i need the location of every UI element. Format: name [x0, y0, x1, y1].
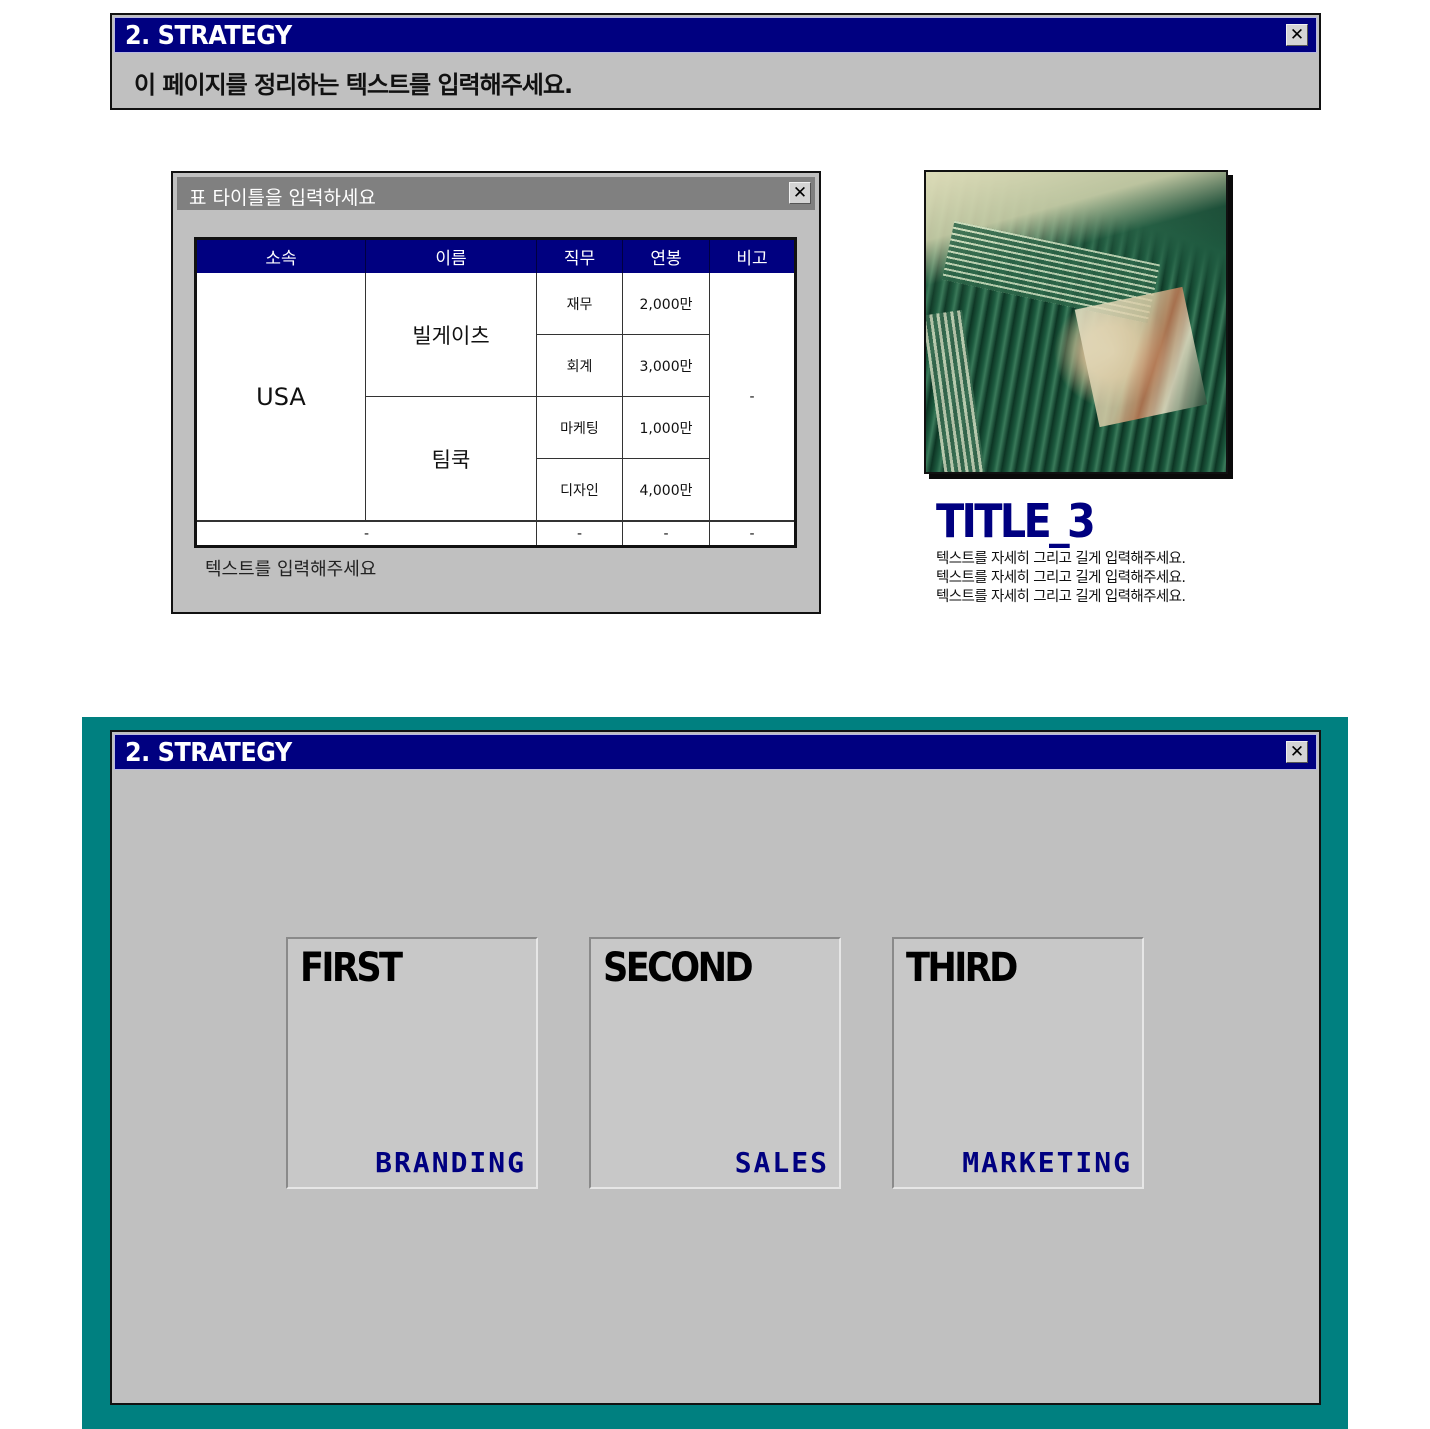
card-heading: SECOND — [603, 945, 754, 991]
table-close-button[interactable]: ✕ — [789, 182, 811, 204]
close-button[interactable]: ✕ — [1286, 741, 1308, 763]
feature-description: 텍스트를 자세히 그리고 길게 입력해주세요. 텍스트를 자세히 그리고 길게 … — [936, 550, 1186, 607]
footer-cell: - — [197, 521, 537, 545]
card-heading: THIRD — [906, 945, 1018, 991]
window-title: 2. STRATEGY — [125, 738, 292, 768]
close-icon: ✕ — [1289, 741, 1305, 762]
cell-role: 마케팅 — [537, 397, 623, 459]
card-label: SALES — [734, 1146, 829, 1179]
photo-record-sleeve — [1074, 286, 1208, 428]
header-remark: 비고 — [710, 240, 794, 273]
cell-remark: - — [710, 273, 794, 521]
header-affiliation: 소속 — [197, 240, 366, 273]
close-icon: ✕ — [792, 182, 808, 203]
strategy-card-first[interactable]: FIRST BRANDING — [286, 937, 538, 1189]
window-title: 2. STRATEGY — [125, 21, 292, 51]
cell-name: 팀쿡 — [366, 397, 537, 521]
card-heading: FIRST — [300, 945, 403, 991]
record-photo — [924, 170, 1228, 474]
cell-affiliation: USA — [197, 273, 366, 521]
cell-salary: 3,000만 — [623, 335, 710, 397]
cell-role: 디자인 — [537, 459, 623, 521]
close-button[interactable]: ✕ — [1286, 24, 1308, 46]
footer-cell: - — [623, 521, 710, 545]
table-title: 표 타이틀을 입력하세요 — [189, 187, 376, 209]
description-line: 텍스트를 자세히 그리고 길게 입력해주세요. — [936, 551, 1186, 567]
table-note: 텍스트를 입력해주세요 — [205, 559, 377, 580]
footer-cell: - — [710, 521, 794, 545]
close-icon: ✕ — [1289, 24, 1305, 45]
description-line: 텍스트를 자세히 그리고 길게 입력해주세요. — [936, 570, 1186, 586]
title-bar[interactable]: 2. STRATEGY ✕ — [114, 734, 1317, 770]
card-label: MARKETING — [962, 1146, 1132, 1179]
strategy-card-third[interactable]: THIRD MARKETING — [892, 937, 1144, 1189]
description-line: 텍스트를 자세히 그리고 길게 입력해주세요. — [936, 589, 1186, 605]
table-title-bar[interactable]: 표 타이틀을 입력하세요 ✕ — [177, 177, 815, 210]
footer-cell: - — [537, 521, 623, 545]
feature-title: TITLE_3 — [936, 494, 1096, 548]
title-bar[interactable]: 2. STRATEGY ✕ — [114, 17, 1317, 53]
card-label: BRANDING — [375, 1146, 526, 1179]
salary-table: 소속 이름 직무 연봉 비고 USA 빌게이츠 팀쿡 재무 2,000만 회계 … — [194, 237, 797, 548]
header-role: 직무 — [537, 240, 623, 273]
cell-salary: 4,000만 — [623, 459, 710, 521]
cell-salary: 2,000만 — [623, 273, 710, 335]
page-summary: 이 페이지를 정리하는 텍스트를 입력해주세요. — [134, 71, 573, 99]
cell-role: 회계 — [537, 335, 623, 397]
photo-frame-edge — [926, 310, 986, 472]
cell-salary: 1,000만 — [623, 397, 710, 459]
header-salary: 연봉 — [623, 240, 710, 273]
cell-role: 재무 — [537, 273, 623, 335]
header-name: 이름 — [366, 240, 537, 273]
strategy-window-top: 2. STRATEGY ✕ 이 페이지를 정리하는 텍스트를 입력해주세요. — [110, 13, 1321, 110]
strategy-card-second[interactable]: SECOND SALES — [589, 937, 841, 1189]
cell-name: 빌게이츠 — [366, 273, 537, 397]
